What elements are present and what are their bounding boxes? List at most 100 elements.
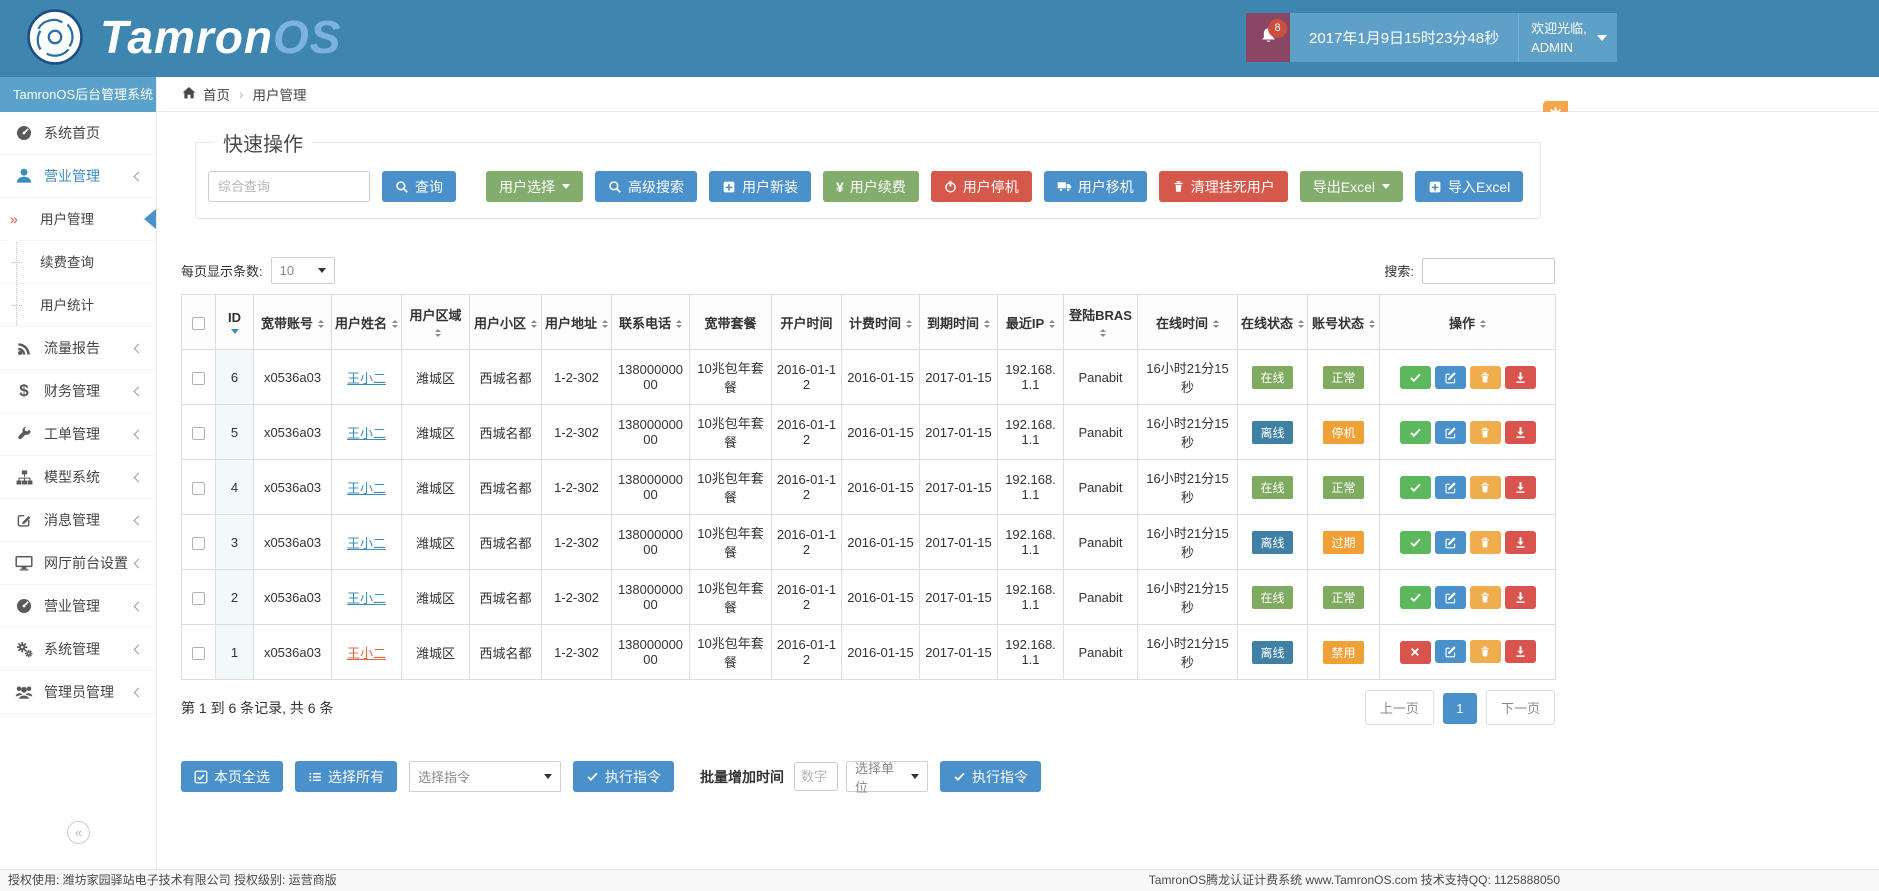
per-page-select[interactable]: 10: [271, 257, 335, 284]
row-checkbox[interactable]: [192, 592, 205, 605]
execute-command-button[interactable]: 执行指令: [573, 761, 674, 792]
edit-user-button[interactable]: [1435, 531, 1466, 554]
delete-user-button[interactable]: [1470, 586, 1501, 609]
select-page-button[interactable]: 本页全选: [181, 761, 283, 792]
sidebar-subitem-user-mgmt[interactable]: » 用户管理: [0, 198, 156, 241]
delete-user-button[interactable]: [1470, 640, 1501, 663]
move-user-button[interactable]: 用户移机: [1044, 171, 1147, 202]
confirm-user-button[interactable]: [1400, 586, 1431, 609]
select-all-header[interactable]: [182, 295, 216, 350]
sidebar-item-finance-mgmt[interactable]: $ 财务管理: [0, 370, 156, 413]
sidebar-item-system-home[interactable]: 系统首页: [0, 112, 156, 155]
user-name-link[interactable]: 王小二: [347, 646, 386, 661]
column-header-expire-date[interactable]: 到期时间: [920, 295, 998, 350]
cell-account: x0536a03: [254, 570, 332, 625]
cell-expire-date: 2017-01-15: [920, 515, 998, 570]
sidebar-item-work-order-mgmt[interactable]: 工单管理: [0, 413, 156, 456]
combined-query-input[interactable]: [208, 171, 370, 202]
sidebar-item-message-mgmt[interactable]: 消息管理: [0, 499, 156, 542]
sidebar-subitem-user-stats[interactable]: 用户统计: [0, 284, 156, 327]
sidebar-item-business-mgmt[interactable]: 营业管理: [0, 155, 156, 198]
download-user-button[interactable]: [1505, 366, 1536, 389]
delete-user-button[interactable]: [1470, 421, 1501, 444]
execute-batch-button[interactable]: 执行指令: [940, 761, 1041, 792]
confirm-user-button[interactable]: [1400, 476, 1431, 499]
column-header-region[interactable]: 用户区域: [402, 295, 470, 350]
prev-page-button[interactable]: 上一页: [1365, 690, 1434, 725]
user-name-link[interactable]: 王小二: [347, 371, 386, 386]
column-header-ip[interactable]: 最近IP: [998, 295, 1064, 350]
column-header-account[interactable]: 宽带账号: [254, 295, 332, 350]
download-user-button[interactable]: [1505, 640, 1536, 663]
column-header-address[interactable]: 用户地址: [542, 295, 612, 350]
column-header-phone[interactable]: 联系电话: [612, 295, 690, 350]
row-checkbox[interactable]: [192, 372, 205, 385]
confirm-user-button[interactable]: [1400, 531, 1431, 554]
column-header-plan[interactable]: 宽带套餐: [690, 295, 772, 350]
export-excel-dropdown[interactable]: 导出Excel: [1300, 171, 1403, 202]
next-page-button[interactable]: 下一页: [1486, 690, 1555, 725]
advanced-search-button[interactable]: 高级搜索: [595, 171, 697, 202]
delete-user-button[interactable]: [1470, 366, 1501, 389]
edit-user-button[interactable]: [1435, 476, 1466, 499]
sidebar-collapse-button[interactable]: «: [67, 821, 90, 844]
user-menu[interactable]: 欢迎光临, ADMIN: [1518, 13, 1617, 62]
row-checkbox[interactable]: [192, 537, 205, 550]
download-user-button[interactable]: [1505, 421, 1536, 444]
edit-user-button[interactable]: [1435, 640, 1466, 663]
delete-user-button[interactable]: [1470, 531, 1501, 554]
column-header-bill-date[interactable]: 计费时间: [842, 295, 920, 350]
download-user-button[interactable]: [1505, 586, 1536, 609]
command-select[interactable]: 选择指令: [409, 761, 561, 792]
sidebar-item-portal-settings[interactable]: 网厅前台设置: [0, 542, 156, 585]
column-header-online-status[interactable]: 在线状态: [1238, 295, 1308, 350]
page-1-button[interactable]: 1: [1443, 693, 1476, 724]
clean-dead-users-button[interactable]: 清理挂死用户: [1159, 171, 1288, 202]
check-icon: [1409, 591, 1422, 604]
delete-user-button[interactable]: [1470, 476, 1501, 499]
column-header-name[interactable]: 用户姓名: [332, 295, 402, 350]
new-user-button[interactable]: 用户新装: [709, 171, 811, 202]
sidebar-item-system-mgmt[interactable]: 系统管理: [0, 628, 156, 671]
user-name-link[interactable]: 王小二: [347, 481, 386, 496]
user-select-dropdown[interactable]: 用户选择: [486, 171, 583, 202]
table-search-input[interactable]: [1422, 258, 1555, 284]
column-header-actions[interactable]: 操作: [1380, 295, 1556, 350]
column-header-community[interactable]: 用户小区: [470, 295, 542, 350]
breadcrumb-home-link[interactable]: 首页: [181, 84, 230, 104]
select-all-button[interactable]: 选择所有: [295, 761, 397, 792]
download-user-button[interactable]: [1505, 476, 1536, 499]
renew-user-button[interactable]: ¥ 用户续费: [823, 171, 919, 202]
sidebar-item-admin-mgmt[interactable]: 管理员管理: [0, 671, 156, 714]
column-header-open-date[interactable]: 开户时间: [772, 295, 842, 350]
select-all-checkbox[interactable]: [192, 317, 205, 330]
user-name-link[interactable]: 王小二: [347, 536, 386, 551]
user-name-link[interactable]: 王小二: [347, 426, 386, 441]
notifications-button[interactable]: 8: [1246, 13, 1290, 62]
sidebar-item-traffic-report[interactable]: 流量报告: [0, 327, 156, 370]
enable-user-button[interactable]: [1400, 641, 1431, 664]
column-header-id[interactable]: ID: [216, 295, 254, 350]
confirm-user-button[interactable]: [1400, 421, 1431, 444]
cell-phone: 13800000000: [612, 460, 690, 515]
column-header-bras[interactable]: 登陆BRAS: [1064, 295, 1138, 350]
sidebar-subitem-renewal-query[interactable]: 续费查询: [0, 241, 156, 284]
download-user-button[interactable]: [1505, 531, 1536, 554]
sidebar-item-business-mgmt-2[interactable]: 营业管理: [0, 585, 156, 628]
edit-user-button[interactable]: [1435, 421, 1466, 444]
edit-user-button[interactable]: [1435, 586, 1466, 609]
import-excel-button[interactable]: 导入Excel: [1415, 171, 1523, 202]
batch-number-input[interactable]: [794, 762, 838, 791]
row-checkbox[interactable]: [192, 427, 205, 440]
unit-select[interactable]: 选择单位: [846, 761, 928, 792]
column-header-account-status[interactable]: 账号状态: [1308, 295, 1380, 350]
edit-user-button[interactable]: [1435, 366, 1466, 389]
query-button[interactable]: 查询: [382, 171, 456, 202]
sidebar-item-model-system[interactable]: 模型系统: [0, 456, 156, 499]
row-checkbox[interactable]: [192, 647, 205, 660]
row-checkbox[interactable]: [192, 482, 205, 495]
user-name-link[interactable]: 王小二: [347, 591, 386, 606]
confirm-user-button[interactable]: [1400, 366, 1431, 389]
suspend-user-button[interactable]: 用户停机: [931, 171, 1032, 202]
column-header-online-time[interactable]: 在线时间: [1138, 295, 1238, 350]
